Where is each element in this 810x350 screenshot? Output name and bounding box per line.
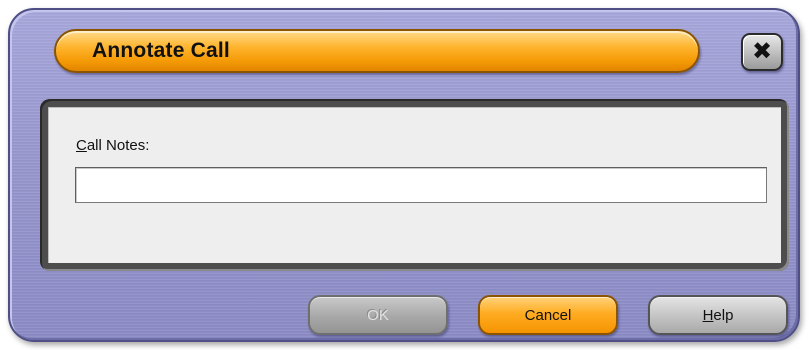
call-notes-label: Call Notes: (76, 137, 149, 154)
close-icon: ✖ (751, 37, 773, 65)
annotate-call-dialog: Annotate Call ✖ Call Notes: OK Cancel He… (8, 8, 800, 342)
close-button[interactable]: ✖ (741, 33, 783, 71)
help-mnemonic: H (702, 306, 714, 324)
ok-button-label: OK (367, 306, 389, 324)
help-button-label: Help (703, 307, 734, 324)
help-label-text: elp (713, 306, 734, 324)
dialog-title: Annotate Call (92, 39, 230, 62)
content-panel: Call Notes: (48, 107, 781, 263)
cancel-button-label: Cancel (524, 306, 572, 324)
content-frame: Call Notes: (40, 99, 789, 271)
help-button[interactable]: Help (648, 295, 788, 335)
title-bar[interactable]: Annotate Call (54, 29, 700, 73)
call-notes-label-text: all Notes: (86, 137, 150, 154)
ok-button[interactable]: OK (308, 295, 448, 335)
call-notes-input[interactable] (75, 167, 767, 203)
cancel-button[interactable]: Cancel (478, 295, 618, 335)
call-notes-mnemonic: C (76, 137, 87, 154)
